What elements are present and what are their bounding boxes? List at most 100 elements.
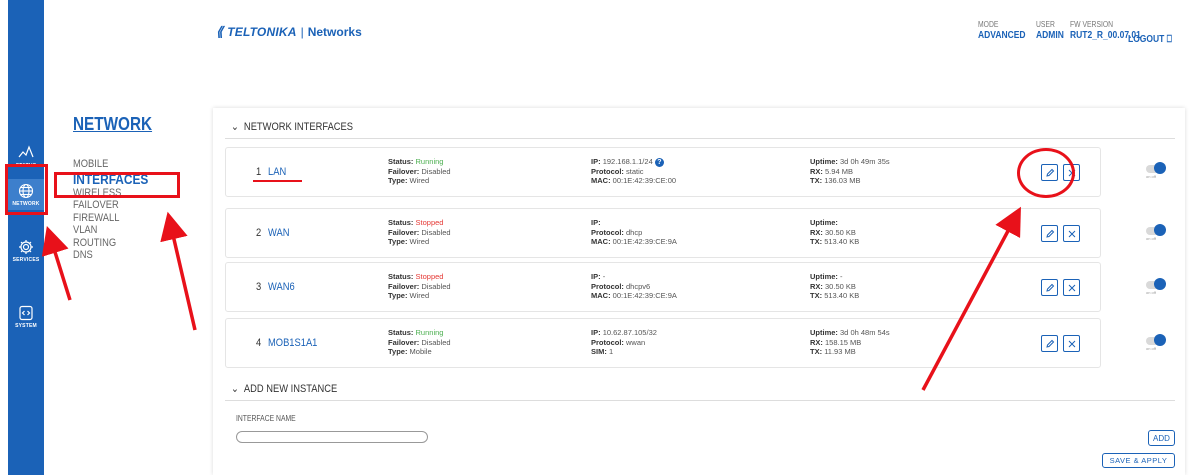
edit-button[interactable] xyxy=(1041,279,1058,296)
enable-toggle[interactable]: on off xyxy=(1144,278,1166,295)
type-label: Type: xyxy=(388,176,408,185)
user-value[interactable]: ADMIN xyxy=(1036,30,1064,41)
status-pulse-icon xyxy=(18,145,34,158)
type-label: Type: xyxy=(388,237,408,246)
tx-value: 136.03 MB xyxy=(824,176,861,185)
section-title-interfaces: NETWORK INTERFACES xyxy=(243,120,354,133)
rx-value: 158.15 MB xyxy=(825,337,862,347)
protocol-value: dhcpv6 xyxy=(626,281,651,291)
toggle-text: on off xyxy=(1146,236,1156,241)
subnav-item-routing[interactable]: ROUTING xyxy=(73,237,148,250)
tx-value: 11.93 MB xyxy=(824,347,856,356)
delete-button[interactable] xyxy=(1063,225,1080,242)
interface-name[interactable]: 4 MOB1S1A1 xyxy=(256,337,317,349)
fw-label: FW VERSION xyxy=(1070,20,1114,29)
section-network-interfaces[interactable]: ⌄ NETWORK INTERFACES xyxy=(231,120,354,134)
delete-button[interactable] xyxy=(1063,279,1080,296)
interface-name-text: LAN xyxy=(268,166,287,178)
status-label: Status: xyxy=(388,328,414,337)
interface-row: 3 WAN6 Status: Stopped Failover: Disabled… xyxy=(225,262,1101,312)
logo-text: TELTONIKA xyxy=(227,25,297,39)
interface-number: 2 xyxy=(256,227,262,239)
help-icon[interactable]: ? xyxy=(654,157,664,167)
toggle-knob xyxy=(1154,224,1166,236)
pencil-icon xyxy=(1045,339,1054,348)
interface-row: 4 MOB1S1A1 Status: Running Failover: Disa… xyxy=(225,318,1101,368)
protocol-label: Protocol: xyxy=(591,166,624,176)
close-icon xyxy=(1068,340,1075,347)
toggle-knob xyxy=(1154,334,1166,346)
interface-name[interactable]: 3 WAN6 xyxy=(256,281,295,293)
interface-name[interactable]: 2 WAN xyxy=(256,227,289,239)
mac-value: 00:1E:42:39:CE:9A xyxy=(612,237,677,246)
add-button[interactable]: ADD xyxy=(1148,430,1175,446)
traffic-col: Uptime: 3d 0h 48m 54s RX: 158.15 MB TX: … xyxy=(810,328,890,357)
uptime-value: 3d 0h 49m 35s xyxy=(840,157,890,166)
status-label: Status: xyxy=(388,157,414,166)
status-col: Status: Running Failover: Disabled Type:… xyxy=(388,328,451,357)
rail-label-system: SYSTEM xyxy=(15,323,37,329)
icon-rail xyxy=(8,0,44,475)
chevron-down-icon: ⌄ xyxy=(231,383,239,395)
rx-value: 30.50 KB xyxy=(825,227,856,237)
type-value: Wired xyxy=(409,291,430,300)
type-value: Wired xyxy=(409,176,430,185)
delete-button[interactable] xyxy=(1063,335,1080,352)
section-divider xyxy=(225,138,1175,139)
close-icon xyxy=(1068,230,1075,237)
rx-label: RX: xyxy=(810,166,823,176)
status-label: Status: xyxy=(388,218,414,227)
mac-label: MAC: xyxy=(591,291,611,300)
tx-label: TX: xyxy=(810,291,823,300)
save-apply-button[interactable]: SAVE & APPLY xyxy=(1102,453,1175,468)
status-value: Running xyxy=(415,328,444,337)
annotation-underline-lan xyxy=(253,180,302,182)
interface-number: 1 xyxy=(256,166,262,178)
arrow-to-interfaces xyxy=(160,211,197,331)
subnav-title[interactable]: NETWORK xyxy=(73,114,152,135)
mode-value[interactable]: ADVANCED xyxy=(978,30,1026,41)
status-col: Status: Stopped Failover: Disabled Type:… xyxy=(388,272,451,301)
logout-button[interactable]: LOGOUT ⎕ xyxy=(1128,34,1172,45)
tx-label: TX: xyxy=(810,176,823,185)
enable-toggle[interactable]: on off xyxy=(1144,224,1166,241)
subnav-item-dns[interactable]: DNS xyxy=(73,249,148,262)
sim-label: SIM: xyxy=(591,347,607,356)
enable-toggle[interactable]: on off xyxy=(1144,162,1166,179)
subnav-item-vlan[interactable]: VLAN xyxy=(73,224,148,237)
chevron-down-icon: ⌄ xyxy=(231,121,239,133)
failover-label: Failover: xyxy=(388,337,420,347)
edit-button[interactable] xyxy=(1041,225,1058,242)
failover-label: Failover: xyxy=(388,166,420,176)
uptime-value: 3d 0h 48m 54s xyxy=(840,328,890,337)
rx-label: RX: xyxy=(810,227,823,237)
subnav-item-failover[interactable]: FAILOVER xyxy=(73,199,148,212)
failover-value: Disabled xyxy=(421,227,451,237)
mac-value: 00:1E:42:39:CE:9A xyxy=(612,291,677,300)
annotation-circle-edit xyxy=(1017,148,1075,198)
ip-col: IP: - Protocol: dhcpv6 MAC: 00:1E:42:39:… xyxy=(591,272,677,301)
section-title-add: ADD NEW INSTANCE xyxy=(243,382,338,395)
interface-row: 2 WAN Status: Stopped Failover: Disabled … xyxy=(225,208,1101,258)
sim-value: 1 xyxy=(608,347,614,356)
status-value: Running xyxy=(415,157,444,166)
interface-name-input[interactable] xyxy=(236,431,428,443)
edit-button[interactable] xyxy=(1041,335,1058,352)
status-label: Status: xyxy=(388,272,414,281)
subnav-item-firewall[interactable]: FIREWALL xyxy=(73,212,148,225)
arrow-to-network xyxy=(41,225,72,301)
enable-toggle[interactable]: on off xyxy=(1144,334,1166,351)
interface-name[interactable]: 1 LAN xyxy=(256,166,286,178)
rail-item-services[interactable]: SERVICES xyxy=(8,239,44,271)
status-col: Status: Running Failover: Disabled Type:… xyxy=(388,157,451,186)
logo-mark-icon: ⟪ xyxy=(216,24,224,39)
section-add-instance[interactable]: ⌄ ADD NEW INSTANCE xyxy=(231,382,338,396)
rail-item-system[interactable]: SYSTEM xyxy=(8,305,44,337)
ip-col: IP: Protocol: dhcp MAC: 00:1E:42:39:CE:9… xyxy=(591,218,677,247)
type-label: Type: xyxy=(388,291,408,300)
subnav-item-mobile[interactable]: MOBILE xyxy=(73,158,148,171)
teltonika-logo[interactable]: ⟪ TELTONIKA | Networks xyxy=(216,24,362,40)
type-value: Mobile xyxy=(409,347,432,356)
failover-value: Disabled xyxy=(421,281,451,291)
status-value: Stopped xyxy=(415,272,444,281)
